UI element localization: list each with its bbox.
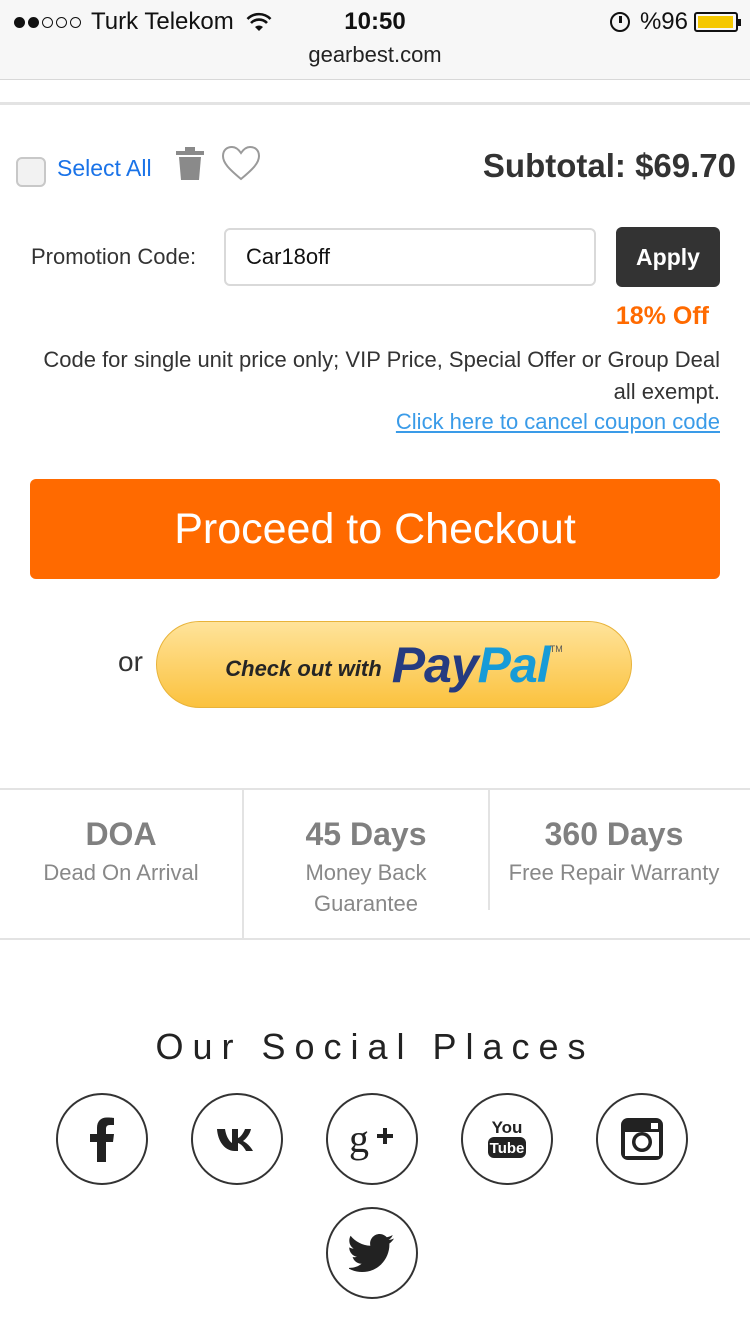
- facebook-icon[interactable]: [56, 1093, 148, 1185]
- promo-code-input[interactable]: [224, 228, 596, 286]
- cart-actions-row: Select All Subtotal: $69.70: [16, 145, 736, 195]
- youtube-icon[interactable]: You Tube: [461, 1093, 553, 1185]
- status-right: %96: [609, 8, 741, 36]
- guarantee-strip: DOA Dead On Arrival 45 Days Money Back Gu…: [0, 788, 750, 940]
- guarantee-text-line: Money Back: [305, 860, 427, 885]
- discount-badge: 18% Off: [615, 302, 709, 330]
- trash-icon[interactable]: [175, 147, 205, 181]
- battery-percent: %96: [639, 8, 688, 35]
- or-label: or: [118, 646, 143, 677]
- proceed-to-checkout-button[interactable]: Proceed to Checkout: [30, 479, 720, 579]
- guarantee-text-line: Guarantee: [314, 891, 418, 916]
- guarantee-text: Money Back Guarantee: [244, 857, 488, 919]
- paypal-prefix: Check out with: [225, 655, 382, 681]
- twitter-icon[interactable]: [326, 1207, 418, 1299]
- select-all-checkbox[interactable]: [16, 157, 46, 187]
- guarantee-title: DOA: [85, 816, 157, 852]
- alarm-icon: [609, 12, 630, 32]
- select-all-link[interactable]: Select All: [57, 155, 152, 182]
- cancel-coupon-link[interactable]: Click here to cancel coupon code: [396, 409, 720, 435]
- paypal-logo-pal: Pal: [477, 636, 551, 693]
- paypal-trademark: TM: [549, 644, 563, 654]
- heart-icon[interactable]: [221, 145, 261, 181]
- svg-text:Tube: Tube: [490, 1140, 525, 1157]
- svg-text:You: You: [492, 1118, 523, 1137]
- guarantee-repair-warranty: 360 Days Free Repair Warranty: [490, 790, 738, 888]
- paypal-logo-pay: Pay: [391, 636, 479, 693]
- promo-note: Code for single unit price only; VIP Pri…: [43, 347, 720, 404]
- guarantee-text: Dead On Arrival: [43, 860, 199, 885]
- url-bar[interactable]: gearbest.com: [0, 42, 750, 68]
- guarantee-money-back: 45 Days Money Back Guarantee: [244, 790, 488, 919]
- subtotal: Subtotal: $69.70: [482, 147, 736, 184]
- divider: [0, 102, 750, 105]
- guarantee-doa: DOA Dead On Arrival: [0, 790, 242, 888]
- instagram-icon[interactable]: [596, 1093, 688, 1185]
- vk-icon[interactable]: [191, 1093, 283, 1185]
- apply-button[interactable]: Apply: [616, 227, 720, 287]
- paypal-checkout-button[interactable]: Check out with Pay Pal TM: [156, 621, 632, 708]
- promo-code-label: Promotion Code:: [31, 244, 197, 269]
- battery-icon: [694, 12, 741, 32]
- status-bar: Turk Telekom 10:50 gearbest.com %96: [0, 0, 750, 80]
- guarantee-title: 360 Days: [544, 816, 684, 852]
- guarantee-text: Free Repair Warranty: [508, 860, 720, 885]
- svg-text:g: g: [349, 1116, 369, 1161]
- google-plus-icon[interactable]: g: [326, 1093, 418, 1185]
- social-title: Our Social Places: [155, 1026, 595, 1067]
- guarantee-title: 45 Days: [305, 816, 427, 852]
